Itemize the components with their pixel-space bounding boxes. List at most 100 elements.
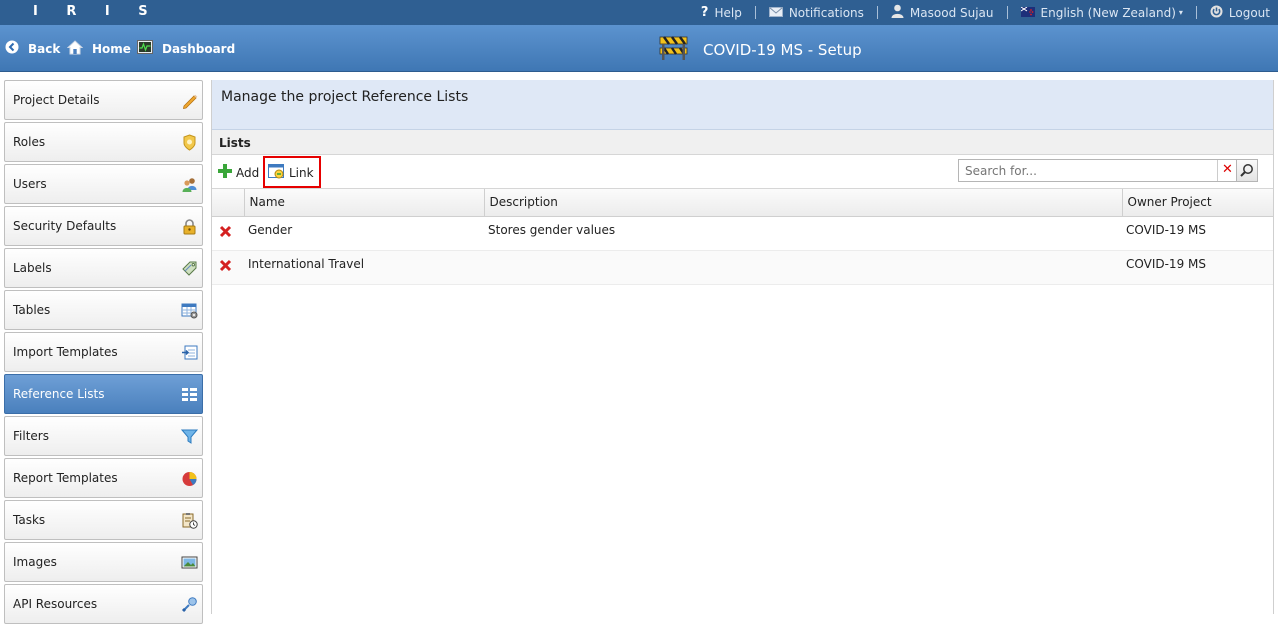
sidebar-item-label: Images <box>13 555 57 569</box>
delete-icon[interactable] <box>219 259 232 275</box>
search-box: ✕ <box>958 159 1238 182</box>
header-bar: Back Home Dashboard COVID-19 MS - Setup <box>0 25 1278 72</box>
logout-link[interactable]: Logout <box>1210 5 1270 21</box>
link-button[interactable]: Link <box>268 164 314 182</box>
dashboard-button[interactable]: Dashboard <box>137 40 235 57</box>
delete-cell <box>212 250 244 285</box>
table-header-row: Name Description Owner Project <box>212 189 1274 217</box>
link-icon <box>268 164 285 182</box>
construction-barrier-icon <box>658 35 689 64</box>
sidebar-item-label: Project Details <box>13 93 100 107</box>
sidebar-item-security-defaults[interactable]: Security Defaults <box>4 206 203 246</box>
cell-description: Stores gender values <box>484 216 1122 251</box>
sidebar-item-label: Security Defaults <box>13 219 117 233</box>
cell-owner-project: COVID-19 MS <box>1122 216 1273 251</box>
sidebar-item-project-details[interactable]: Project Details <box>4 80 203 120</box>
funnel-icon <box>180 428 199 445</box>
sidebar-item-label: Filters <box>13 429 49 443</box>
search-button[interactable] <box>1236 159 1258 182</box>
help-link[interactable]: ? Help <box>701 5 742 20</box>
import-icon <box>181 344 198 361</box>
divider <box>876 6 878 19</box>
sidebar-item-label: Report Templates <box>13 471 118 485</box>
sidebar-item-users[interactable]: Users <box>4 164 203 204</box>
sidebar-item-reference-lists[interactable]: Reference Lists <box>4 374 203 414</box>
help-label: Help <box>714 5 742 20</box>
column-header-owner-project[interactable]: Owner Project <box>1122 189 1274 217</box>
page-title: COVID-19 MS - Setup <box>658 35 862 64</box>
clear-search-icon[interactable]: ✕ <box>1217 160 1237 181</box>
search-icon <box>1240 164 1253 177</box>
sidebar-item-tasks[interactable]: Tasks <box>4 500 203 540</box>
notifications-link[interactable]: Notifications <box>768 5 864 20</box>
toolbar: Add Link ✕ <box>212 155 1273 189</box>
divider <box>1195 6 1197 19</box>
page-title-text: COVID-19 MS - Setup <box>703 40 862 59</box>
dashboard-icon <box>137 40 153 57</box>
table-gear-icon <box>181 302 198 319</box>
back-label: Back <box>28 41 61 56</box>
section-heading: Manage the project Reference Lists <box>212 80 1273 130</box>
cell-name: International Travel <box>244 250 484 285</box>
clipboard-clock-icon <box>181 512 198 529</box>
home-button[interactable]: Home <box>66 40 131 58</box>
cell-description <box>484 250 1122 285</box>
table-row[interactable]: International Travel COVID-19 MS <box>212 250 1273 285</box>
users-icon <box>181 176 198 193</box>
sidebar-item-label: Tasks <box>13 513 46 527</box>
column-header-description[interactable]: Description <box>484 189 1123 217</box>
list-icon <box>181 386 198 403</box>
cell-name: Gender <box>244 216 484 251</box>
cell-owner-project: COVID-19 MS <box>1122 250 1273 285</box>
lock-icon <box>181 218 198 235</box>
tags-icon <box>181 260 198 277</box>
badge-icon <box>181 134 198 151</box>
delete-icon[interactable] <box>219 225 232 241</box>
sidebar-item-import-templates[interactable]: Import Templates <box>4 332 203 372</box>
language-selector[interactable]: English (New Zealand) ▾ <box>1020 5 1183 20</box>
user-icon <box>891 4 904 21</box>
dashboard-label: Dashboard <box>162 41 236 56</box>
delete-cell <box>212 216 244 251</box>
sidebar-item-labels[interactable]: Labels <box>4 248 203 288</box>
column-header-name[interactable]: Name <box>244 189 485 217</box>
sidebar-item-label: API Resources <box>13 597 98 611</box>
add-label: Add <box>236 165 260 180</box>
link-label: Link <box>289 166 314 180</box>
panel-title-text: Lists <box>219 136 251 150</box>
search-input[interactable] <box>959 160 1219 181</box>
sidebar-item-label: Reference Lists <box>13 387 105 401</box>
logout-label: Logout <box>1228 5 1270 20</box>
pie-chart-icon <box>181 470 198 487</box>
envelope-icon <box>768 6 783 20</box>
add-button[interactable]: Add <box>218 164 259 181</box>
sidebar-item-label: Roles <box>13 135 46 149</box>
back-arrow-icon <box>5 40 19 57</box>
panel-title: Lists <box>212 130 1273 155</box>
divider <box>754 6 756 19</box>
image-icon <box>181 554 198 571</box>
sidebar-item-filters[interactable]: Filters <box>4 416 203 456</box>
sidebar-item-tables[interactable]: Tables <box>4 290 203 330</box>
help-icon: ? <box>700 5 709 20</box>
sidebar-item-images[interactable]: Images <box>4 542 203 582</box>
language-label: English (New Zealand) <box>1040 5 1176 20</box>
top-bar: I R I S ? Help Notifications Masood Suja… <box>0 0 1278 25</box>
sidebar-item-report-templates[interactable]: Report Templates <box>4 458 203 498</box>
api-icon <box>181 596 198 613</box>
section-heading-text: Manage the project Reference Lists <box>221 89 469 105</box>
table-row[interactable]: Gender Stores gender values COVID-19 MS <box>212 216 1273 251</box>
back-button[interactable]: Back <box>5 40 60 57</box>
notifications-label: Notifications <box>788 5 864 20</box>
home-label: Home <box>92 42 131 56</box>
column-header-actions <box>212 189 245 217</box>
power-icon <box>1210 5 1223 21</box>
divider <box>1006 6 1008 19</box>
top-links: ? Help Notifications Masood Sujau Englis… <box>701 0 1270 25</box>
home-icon <box>66 40 84 58</box>
sidebar-item-roles[interactable]: Roles <box>4 122 203 162</box>
user-menu[interactable]: Masood Sujau <box>891 4 994 21</box>
reference-lists-table: Name Description Owner Project Gender St… <box>212 189 1274 285</box>
sidebar-item-api-resources[interactable]: API Resources <box>4 584 203 624</box>
plus-icon <box>218 164 232 181</box>
